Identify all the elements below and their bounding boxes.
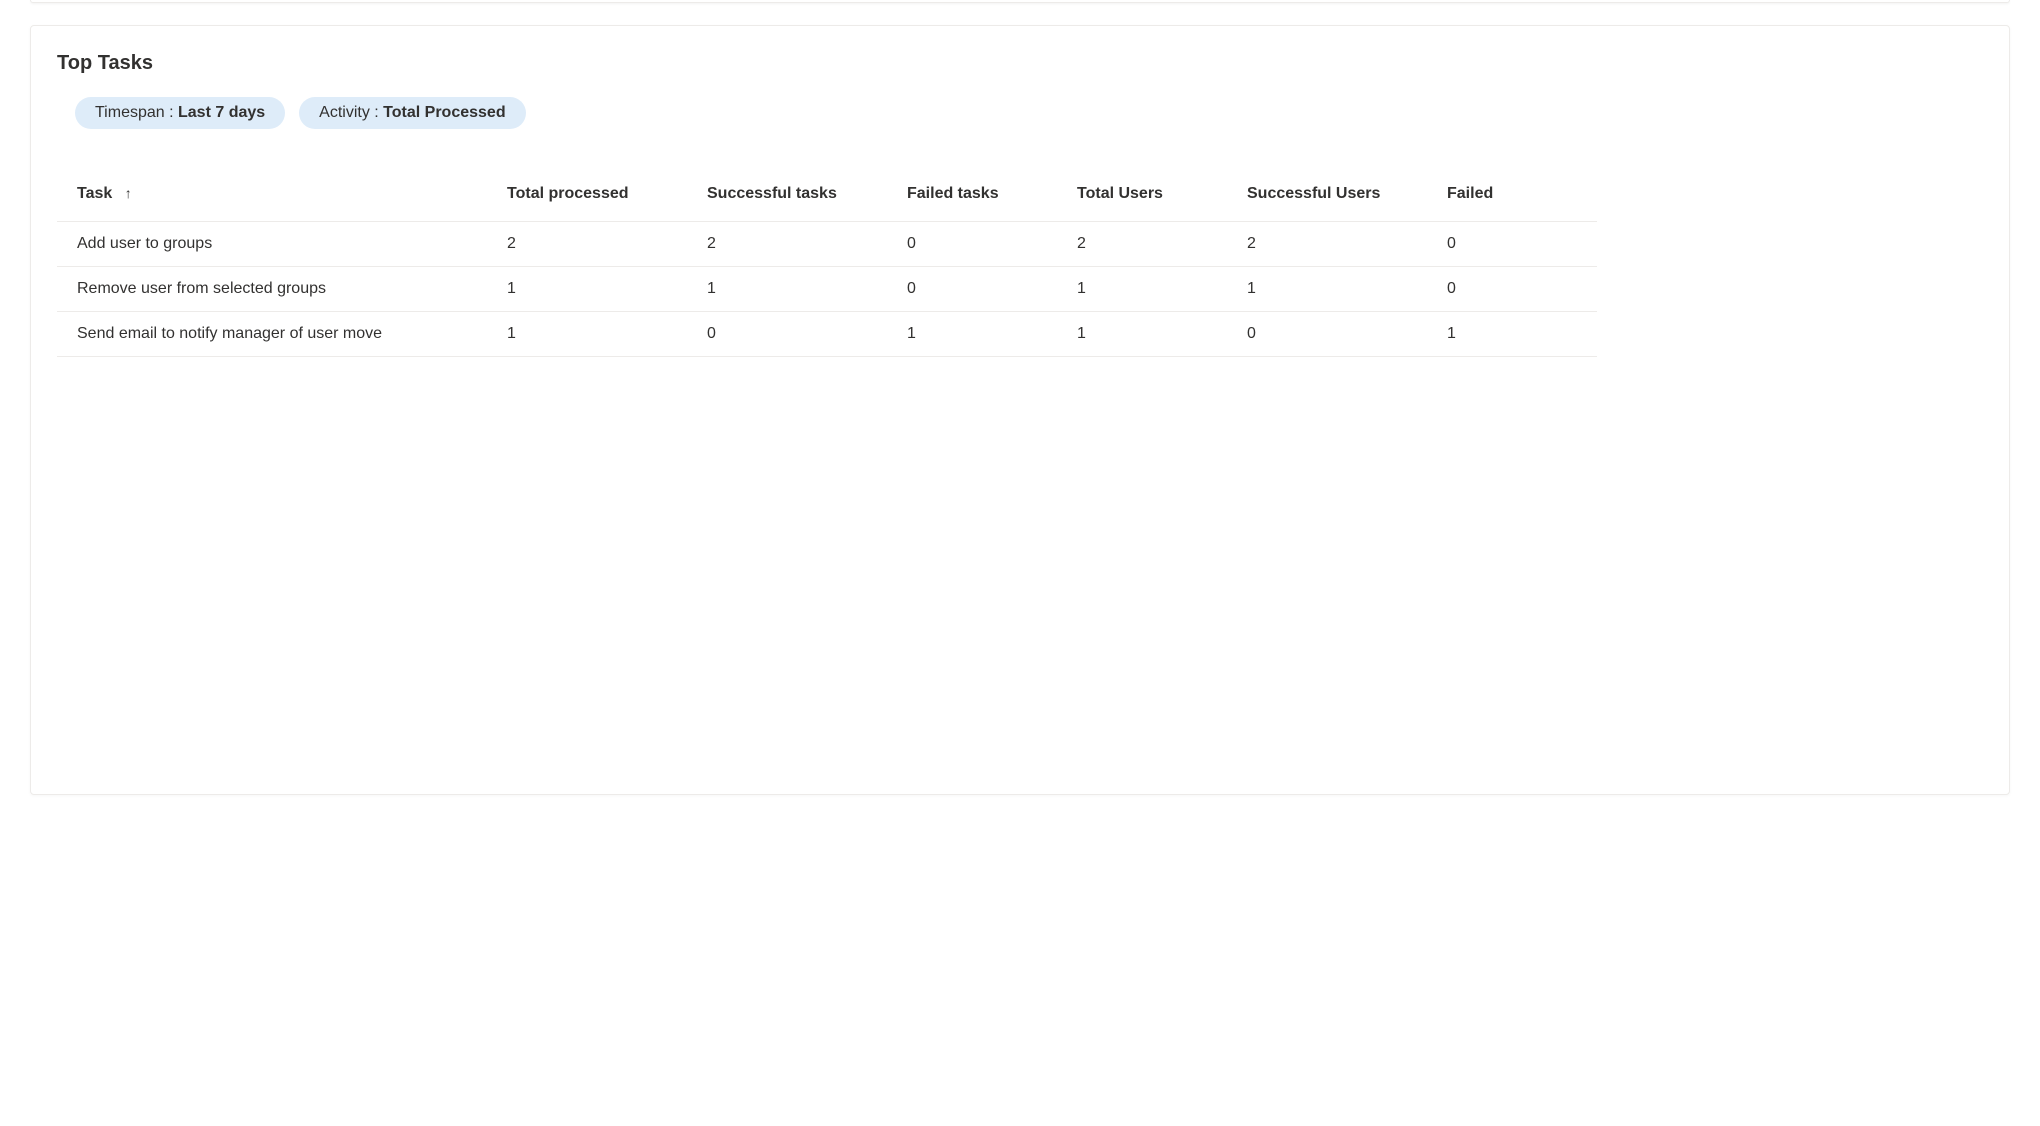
activity-filter-label: Activity : — [319, 104, 383, 121]
cell-successful-users: 0 — [1227, 312, 1427, 357]
table-row[interactable]: Remove user from selected groups 1 1 0 1… — [57, 267, 1597, 312]
cell-failed-tasks: 1 — [887, 312, 1057, 357]
column-header-task[interactable]: Task ↑ — [57, 171, 487, 222]
cell-total-processed: 1 — [487, 267, 687, 312]
timespan-filter-value: Last 7 days — [178, 104, 265, 121]
table-row[interactable]: Add user to groups 2 2 0 2 2 0 — [57, 222, 1597, 267]
column-header-successful-users[interactable]: Successful Users — [1227, 171, 1427, 222]
cell-successful-tasks: 2 — [687, 222, 887, 267]
cell-failed-tasks: 0 — [887, 222, 1057, 267]
cell-failed: 0 — [1427, 267, 1597, 312]
cell-total-processed: 2 — [487, 222, 687, 267]
cell-total-users: 1 — [1057, 312, 1227, 357]
cell-successful-tasks: 0 — [687, 312, 887, 357]
timespan-filter-pill[interactable]: Timespan : Last 7 days — [75, 97, 285, 129]
card-title: Top Tasks — [57, 52, 2009, 75]
cell-successful-users: 2 — [1227, 222, 1427, 267]
table-header-row: Task ↑ Total processed Successful tasks … — [57, 171, 1597, 222]
activity-filter-value: Total Processed — [383, 104, 505, 121]
sort-ascending-icon: ↑ — [125, 186, 132, 200]
cell-successful-tasks: 1 — [687, 267, 887, 312]
column-header-task-label: Task — [77, 185, 112, 202]
cell-task: Add user to groups — [57, 222, 487, 267]
tasks-table: Task ↑ Total processed Successful tasks … — [57, 171, 1597, 357]
top-tasks-card: Top Tasks Timespan : Last 7 days Activit… — [30, 25, 2010, 795]
column-header-failed[interactable]: Failed — [1427, 171, 1597, 222]
column-header-total-users[interactable]: Total Users — [1057, 171, 1227, 222]
top-divider — [30, 0, 2010, 3]
cell-failed: 1 — [1427, 312, 1597, 357]
cell-failed: 0 — [1427, 222, 1597, 267]
table-row[interactable]: Send email to notify manager of user mov… — [57, 312, 1597, 357]
column-header-total-processed[interactable]: Total processed — [487, 171, 687, 222]
cell-task: Remove user from selected groups — [57, 267, 487, 312]
cell-total-processed: 1 — [487, 312, 687, 357]
filter-pills: Timespan : Last 7 days Activity : Total … — [75, 97, 2009, 129]
timespan-filter-label: Timespan : — [95, 104, 178, 121]
activity-filter-pill[interactable]: Activity : Total Processed — [299, 97, 525, 129]
cell-task: Send email to notify manager of user mov… — [57, 312, 487, 357]
column-header-failed-tasks[interactable]: Failed tasks — [887, 171, 1057, 222]
cell-total-users: 2 — [1057, 222, 1227, 267]
cell-failed-tasks: 0 — [887, 267, 1057, 312]
tasks-table-wrapper: Task ↑ Total processed Successful tasks … — [57, 171, 2009, 357]
cell-successful-users: 1 — [1227, 267, 1427, 312]
column-header-successful-tasks[interactable]: Successful tasks — [687, 171, 887, 222]
cell-total-users: 1 — [1057, 267, 1227, 312]
